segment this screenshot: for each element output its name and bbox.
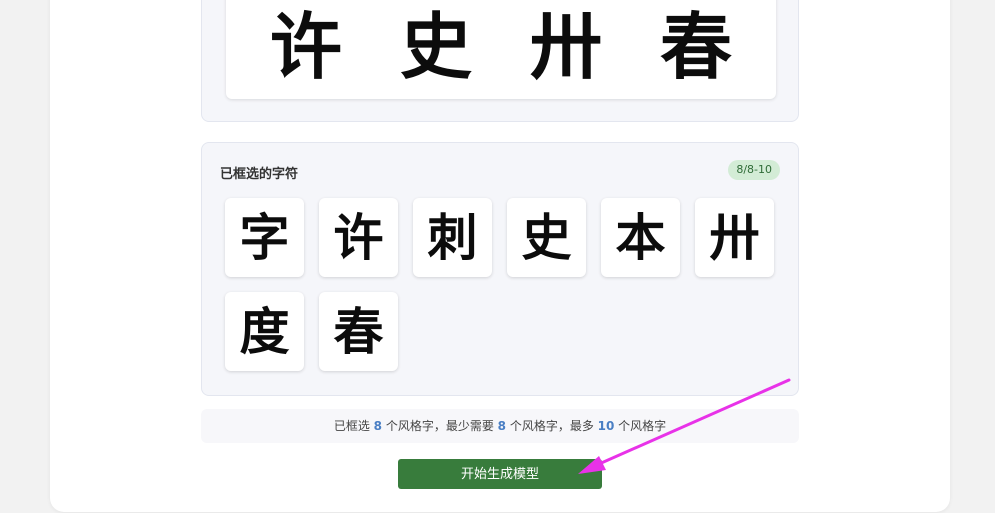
selected-character-tile[interactable]: 许 [319,198,398,277]
selected-character-tile[interactable]: 度 [225,292,304,371]
selected-characters-panel: 已框选的字符 8/8-10 字 许 刺 史 本 卅 度 春 [201,142,799,396]
selection-summary: 已框选 8 个风格字，最少需要 8 个风格字，最多 10 个风格字 [201,409,799,443]
character-glyph: 许 [333,207,384,267]
preview-glyph: 春 [659,4,732,89]
preview-glyph: 许 [269,4,342,89]
character-glyph: 史 [521,207,572,267]
summary-text: 已框选 [333,419,374,433]
character-glyph: 度 [239,301,290,361]
selected-count-number: 8 [373,419,382,433]
summary-text: 个风格字，最少需要 [382,419,498,433]
selected-characters-title: 已框选的字符 [220,167,299,182]
selection-count-badge: 8/8-10 [728,160,780,180]
character-glyph: 卅 [709,207,760,267]
min-count-number: 8 [497,419,506,433]
start-generate-model-button[interactable]: 开始生成模型 [398,459,602,489]
selected-character-grid: 字 许 刺 史 本 卅 度 春 [225,198,785,371]
max-count-number: 10 [597,419,615,433]
selected-character-tile[interactable]: 春 [319,292,398,371]
preview-glyph-row: 许 史 卅 春 [246,1,756,93]
preview-glyph: 卅 [529,4,602,89]
summary-text: 个风格字 [614,419,667,433]
selected-character-tile[interactable]: 字 [225,198,304,277]
selected-character-tile[interactable]: 史 [507,198,586,277]
selected-character-tile[interactable]: 卅 [695,198,774,277]
character-glyph: 春 [333,301,384,361]
calligraphy-preview-image: 许 史 卅 春 [226,0,776,99]
summary-text: 个风格字，最多 [506,419,598,433]
preview-glyph: 史 [399,4,472,89]
character-glyph: 本 [615,207,666,267]
preview-panel: 许 史 卅 春 [201,0,799,122]
selected-character-tile[interactable]: 刺 [413,198,492,277]
selected-character-tile[interactable]: 本 [601,198,680,277]
character-glyph: 字 [239,207,290,267]
character-glyph: 刺 [427,207,478,267]
